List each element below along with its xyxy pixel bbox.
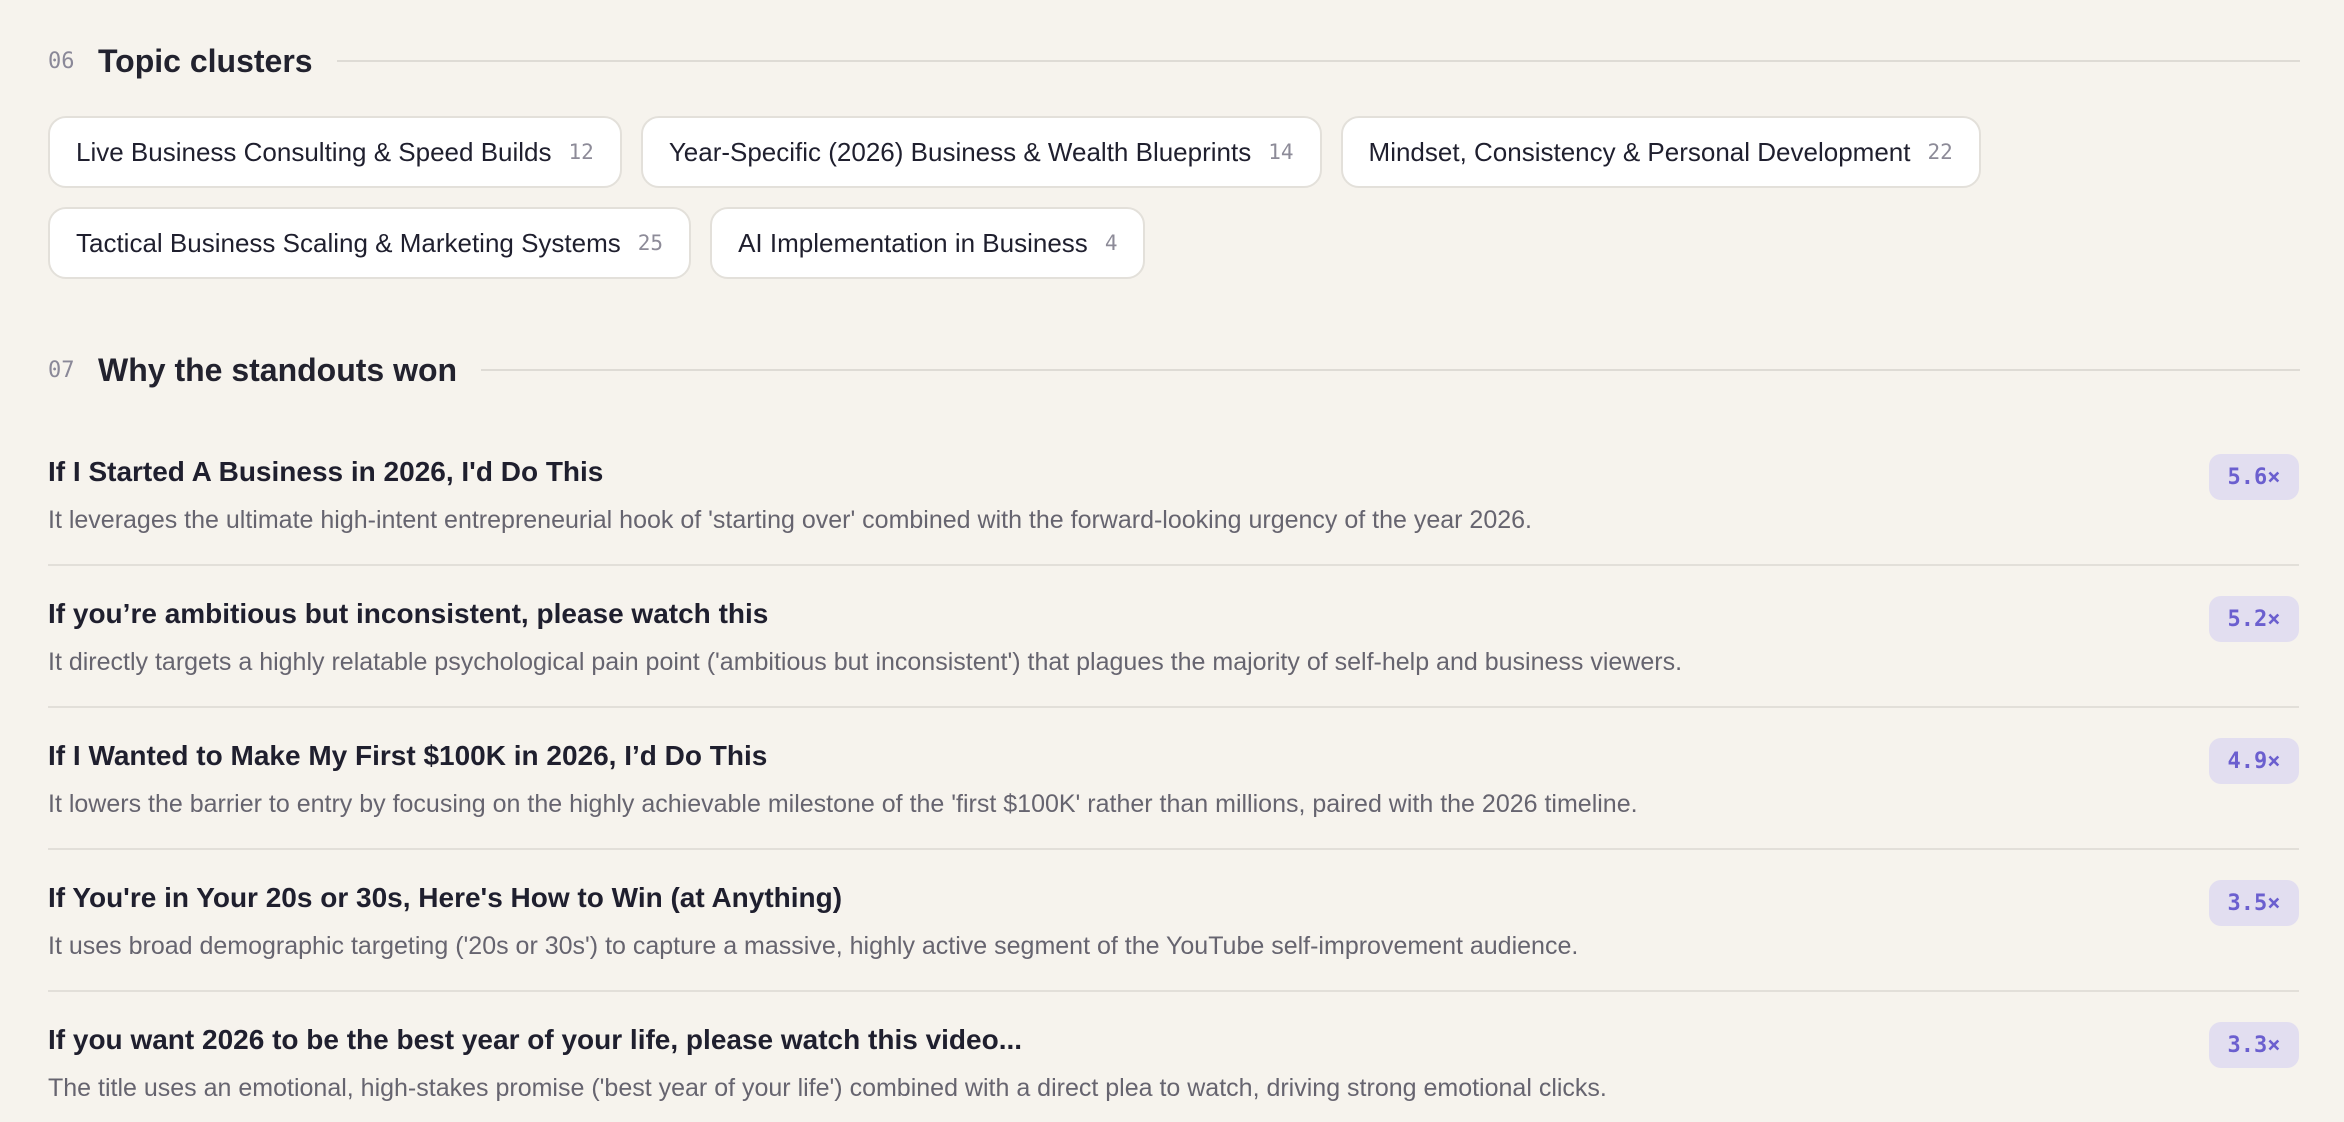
standout-row: If you want 2026 to be the best year of … xyxy=(48,992,2299,1122)
standout-reason: It leverages the ultimate high-intent en… xyxy=(48,506,1532,534)
multiplier-badge: 4.9× xyxy=(2209,738,2299,784)
section-number: 06 xyxy=(48,48,75,74)
section-divider xyxy=(336,60,2300,62)
standout-row: If you’re ambitious but inconsistent, pl… xyxy=(48,566,2299,708)
topic-chip-label: Live Business Consulting & Speed Builds xyxy=(76,136,552,167)
standout-reason: It uses broad demographic targeting ('20… xyxy=(48,932,1579,960)
multiplier-badge: 3.3× xyxy=(2209,1022,2299,1068)
topic-chip-live-consulting[interactable]: Live Business Consulting & Speed Builds … xyxy=(48,116,622,188)
standouts-list: If I Started A Business in 2026, I'd Do … xyxy=(48,424,2299,1122)
topic-chip-label: Year-Specific (2026) Business & Wealth B… xyxy=(668,136,1252,167)
multiplier-badge: 5.2× xyxy=(2209,596,2299,642)
topic-chip-ai-implementation[interactable]: AI Implementation in Business 4 xyxy=(710,207,1146,279)
standout-reason: The title uses an emotional, high-stakes… xyxy=(48,1074,1607,1102)
report-page: 06 Topic clusters Live Business Consulti… xyxy=(0,0,2344,1122)
topic-chip-count: 14 xyxy=(1268,140,1294,164)
topic-chip-count: 4 xyxy=(1104,231,1118,255)
topic-chip-label: AI Implementation in Business xyxy=(738,227,1088,258)
standout-row: If I Wanted to Make My First $100K in 20… xyxy=(48,708,2299,850)
section-title: Why the standouts won xyxy=(98,351,458,388)
standout-row: If I Started A Business in 2026, I'd Do … xyxy=(48,424,2299,566)
standout-reason: It directly targets a highly relatable p… xyxy=(48,648,1683,676)
topic-chip-count: 12 xyxy=(568,140,594,164)
standout-title: If you’re ambitious but inconsistent, pl… xyxy=(48,598,769,629)
topic-chip-label: Tactical Business Scaling & Marketing Sy… xyxy=(76,227,621,258)
standout-title: If I Wanted to Make My First $100K in 20… xyxy=(48,740,768,771)
standout-title: If you want 2026 to be the best year of … xyxy=(48,1024,1023,1055)
topic-clusters-header: 06 Topic clusters xyxy=(48,31,2300,91)
topic-chip-count: 25 xyxy=(637,231,664,255)
section-title: Topic clusters xyxy=(98,42,313,79)
multiplier-badge: 3.5× xyxy=(2209,880,2299,926)
standout-title: If You're in Your 20s or 30s, Here's How… xyxy=(48,882,843,913)
section-divider xyxy=(481,369,2300,371)
topic-cluster-list: Live Business Consulting & Speed Builds … xyxy=(48,116,2298,279)
standout-title: If I Started A Business in 2026, I'd Do … xyxy=(48,456,604,487)
multiplier-badge: 5.6× xyxy=(2209,454,2299,500)
section-number: 07 xyxy=(48,357,75,383)
standout-reason: It lowers the barrier to entry by focusi… xyxy=(48,790,1638,818)
topic-chip-tactical-scaling[interactable]: Tactical Business Scaling & Marketing Sy… xyxy=(48,207,692,279)
topic-chip-count: 22 xyxy=(1927,140,1953,164)
standouts-header: 07 Why the standouts won xyxy=(48,340,2300,400)
topic-chip-year-specific[interactable]: Year-Specific (2026) Business & Wealth B… xyxy=(640,116,1322,188)
topic-chip-mindset[interactable]: Mindset, Consistency & Personal Developm… xyxy=(1340,116,1981,188)
standout-row: If You're in Your 20s or 30s, Here's How… xyxy=(48,850,2299,992)
topic-chip-label: Mindset, Consistency & Personal Developm… xyxy=(1368,136,1911,167)
